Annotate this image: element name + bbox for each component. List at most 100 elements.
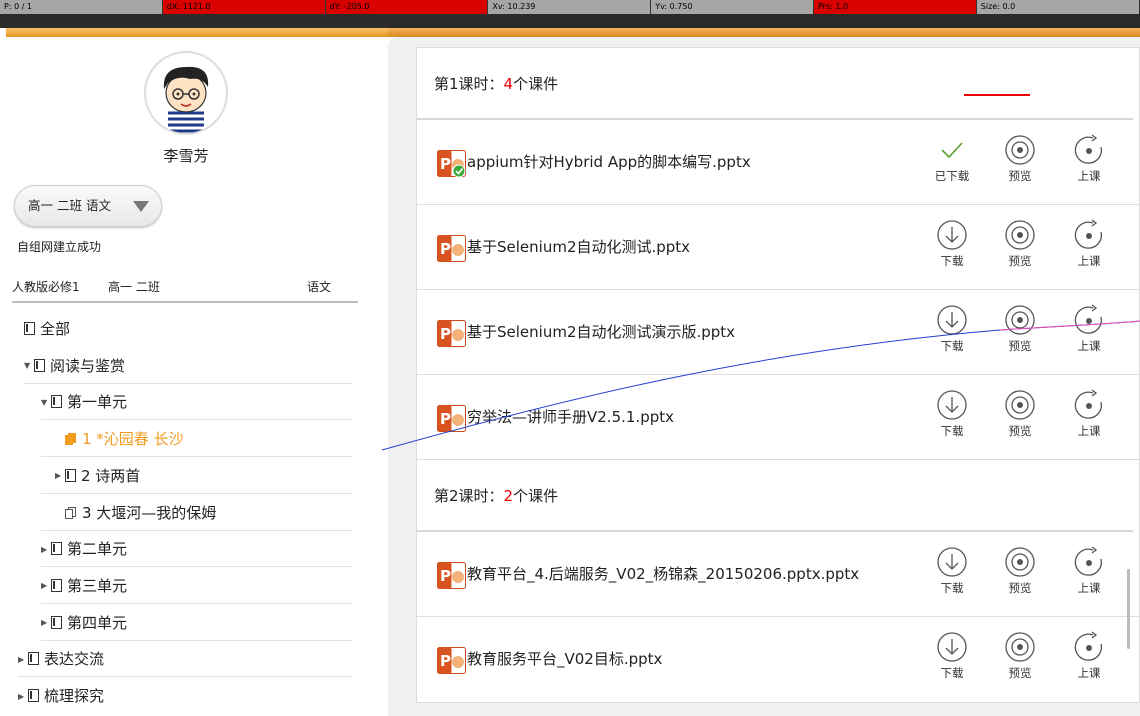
tree-item[interactable]: ▶ 2 诗两首 xyxy=(41,458,352,494)
courseware-row[interactable]: P 基于Selenium2自动化测试演示版.pptx 下载 预览 上课 xyxy=(417,290,1139,375)
book-icon xyxy=(24,322,35,335)
start-class-label: 上课 xyxy=(1077,169,1101,183)
collapse-arrow-icon[interactable]: ▶ xyxy=(18,679,28,715)
collapse-arrow-icon[interactable]: ▶ xyxy=(41,605,51,641)
collapse-arrow-icon[interactable]: ▶ xyxy=(41,568,51,604)
book-icon xyxy=(51,578,62,592)
tree-item[interactable]: ▶ 第四单元 xyxy=(41,605,352,641)
download-button[interactable]: 下载 xyxy=(930,219,974,269)
preview-button[interactable]: 预览 xyxy=(998,631,1042,681)
download-label: 下载 xyxy=(940,254,964,268)
download-label: 下载 xyxy=(940,581,964,595)
preview-button[interactable]: 预览 xyxy=(998,304,1042,354)
scrollbar[interactable] xyxy=(1127,569,1130,649)
avatar[interactable] xyxy=(144,51,228,135)
courseware-count: 2 xyxy=(503,487,514,505)
tree-item[interactable]: ▶ 第三单元 xyxy=(41,568,352,604)
start-class-button[interactable]: 上课 xyxy=(1067,631,1111,681)
start-class-label: 上课 xyxy=(1077,339,1101,353)
pointer-count: P: 0 / 1 xyxy=(0,0,163,14)
tree-item[interactable]: ▼ 阅读与鉴赏 xyxy=(24,348,352,384)
preview-label: 预览 xyxy=(1008,581,1032,595)
collapse-arrow-icon[interactable]: ▶ xyxy=(18,642,28,678)
book-icon xyxy=(28,652,39,666)
delta-y: dY: -205.0 xyxy=(325,0,489,14)
tree-item-label: 阅读与鉴赏 xyxy=(50,356,126,375)
courseware-row[interactable]: P 穷举法—讲师手册V2.5.1.pptx 下载 预览 上课 xyxy=(417,375,1139,460)
download-button[interactable]: 下载 xyxy=(930,389,974,439)
expand-arrow-icon[interactable]: ▼ xyxy=(41,385,51,421)
velocity-x: Xv: 10.239 xyxy=(488,0,652,14)
preview-button[interactable]: 预览 xyxy=(998,219,1042,269)
start-class-label: 上课 xyxy=(1077,581,1101,595)
start-class-button[interactable]: 上课 xyxy=(1067,219,1111,269)
download-button[interactable]: 下载 xyxy=(930,304,974,354)
tree-item[interactable]: ▶ 梳理探究 xyxy=(18,678,352,714)
tree-item-label: 第三单元 xyxy=(67,576,128,595)
tree-item-label: 3 大堰河—我的保姆 xyxy=(82,503,217,522)
file-name[interactable]: 教育服务平台_V02目标.pptx xyxy=(467,617,662,702)
courseware-count-suffix: 个课件 xyxy=(513,75,559,93)
preview-label: 预览 xyxy=(1008,339,1032,353)
tree-item[interactable]: ▼ 第一单元 xyxy=(41,384,352,421)
collapse-arrow-icon[interactable]: ▶ xyxy=(41,532,51,568)
download-icon xyxy=(930,304,974,336)
file-name[interactable]: 穷举法—讲师手册V2.5.1.pptx xyxy=(467,375,674,460)
courseware-count: 4 xyxy=(503,75,514,93)
courseware-row[interactable]: P 教育平台_4.后端服务_V02_杨锦森_20150206.pptx.pptx 下… xyxy=(417,532,1139,617)
start-class-button[interactable]: 上课 xyxy=(1067,389,1111,439)
tree-item-label: 第二单元 xyxy=(67,540,128,559)
tree-item[interactable]: ▶ 表达交流 xyxy=(18,641,352,678)
download-button[interactable]: 下载 xyxy=(930,546,974,596)
preview-icon xyxy=(998,219,1042,251)
document-stack-icon xyxy=(65,506,77,519)
tree-item-label: 梳理探究 xyxy=(44,687,105,705)
preview-icon xyxy=(998,304,1042,336)
checkmark-icon xyxy=(930,134,974,166)
tree-item[interactable]: 3 大堰河—我的保姆 xyxy=(41,495,352,531)
start-class-button[interactable]: 上课 xyxy=(1067,546,1111,596)
courseware-row[interactable]: Pappium针对Hybrid App的脚本编写.pptx 已下载 预览 上课 xyxy=(417,120,1139,205)
file-name[interactable]: 教育平台_4.后端服务_V02_杨锦森_20150206.pptx.pptx xyxy=(467,532,859,617)
tree-item[interactable]: 全部 xyxy=(18,311,360,347)
start-class-icon xyxy=(1067,631,1111,663)
start-class-button[interactable]: 上课 xyxy=(1067,134,1111,184)
tree-item[interactable]: 1 *沁园春 长沙 xyxy=(41,421,352,458)
preview-button[interactable]: 预览 xyxy=(998,389,1042,439)
file-name[interactable]: appium针对Hybrid App的脚本编写.pptx xyxy=(467,120,751,205)
download-icon xyxy=(930,546,974,578)
download-button[interactable]: 下载 xyxy=(930,631,974,681)
download-icon xyxy=(930,631,974,663)
tree-item-label: 第四单元 xyxy=(67,613,128,632)
textbook-label: 人教版必修1 xyxy=(12,280,80,294)
tree-item-label: 2 诗两首 xyxy=(81,466,141,485)
expand-arrow-icon[interactable]: ▼ xyxy=(24,348,34,384)
lesson-label: 第2课时： xyxy=(434,487,504,505)
class-label: 高一 二班 xyxy=(108,280,160,294)
preview-icon xyxy=(998,134,1042,166)
svg-text:P: P xyxy=(440,155,451,173)
download-label: 下载 xyxy=(940,666,964,680)
preview-button[interactable]: 预览 xyxy=(998,546,1042,596)
file-name[interactable]: 基于Selenium2自动化测试.pptx xyxy=(467,205,690,290)
start-class-label: 上课 xyxy=(1077,254,1101,268)
collapse-arrow-icon[interactable]: ▶ xyxy=(55,458,65,494)
courseware-row[interactable]: P 基于Selenium2自动化测试.pptx 下载 预览 上课 xyxy=(417,205,1139,290)
touch-size: Size: 0.0 xyxy=(976,0,1140,14)
download-icon xyxy=(930,389,974,421)
svg-text:P: P xyxy=(440,567,451,585)
courseware-row[interactable]: P 教育服务平台_V02目标.pptx 下载 预览 上课 xyxy=(417,617,1139,702)
start-class-button[interactable]: 上课 xyxy=(1067,304,1111,354)
class-select-value: 高一 二班 语文 xyxy=(28,198,111,213)
class-select[interactable]: 高一 二班 语文 xyxy=(14,185,162,227)
tree-item[interactable]: ▶ 第二单元 xyxy=(41,531,352,568)
pointer-location-bar: P: 0 / 1 dX: 1121.0 dY: -205.0 Xv: 10.23… xyxy=(0,0,1140,14)
sidebar: 李雪芳 高一 二班 语文 自组网建立成功 人教版必修1 高一 二班 语文 全部 ▼… xyxy=(6,37,384,716)
dropdown-arrow-icon xyxy=(133,201,149,212)
file-name[interactable]: 基于Selenium2自动化测试演示版.pptx xyxy=(467,290,735,375)
preview-label: 预览 xyxy=(1008,169,1032,183)
network-status: 自组网建立成功 xyxy=(17,240,102,254)
document-stack-icon xyxy=(65,433,77,446)
start-class-icon xyxy=(1067,304,1111,336)
preview-button[interactable]: 预览 xyxy=(998,134,1042,184)
